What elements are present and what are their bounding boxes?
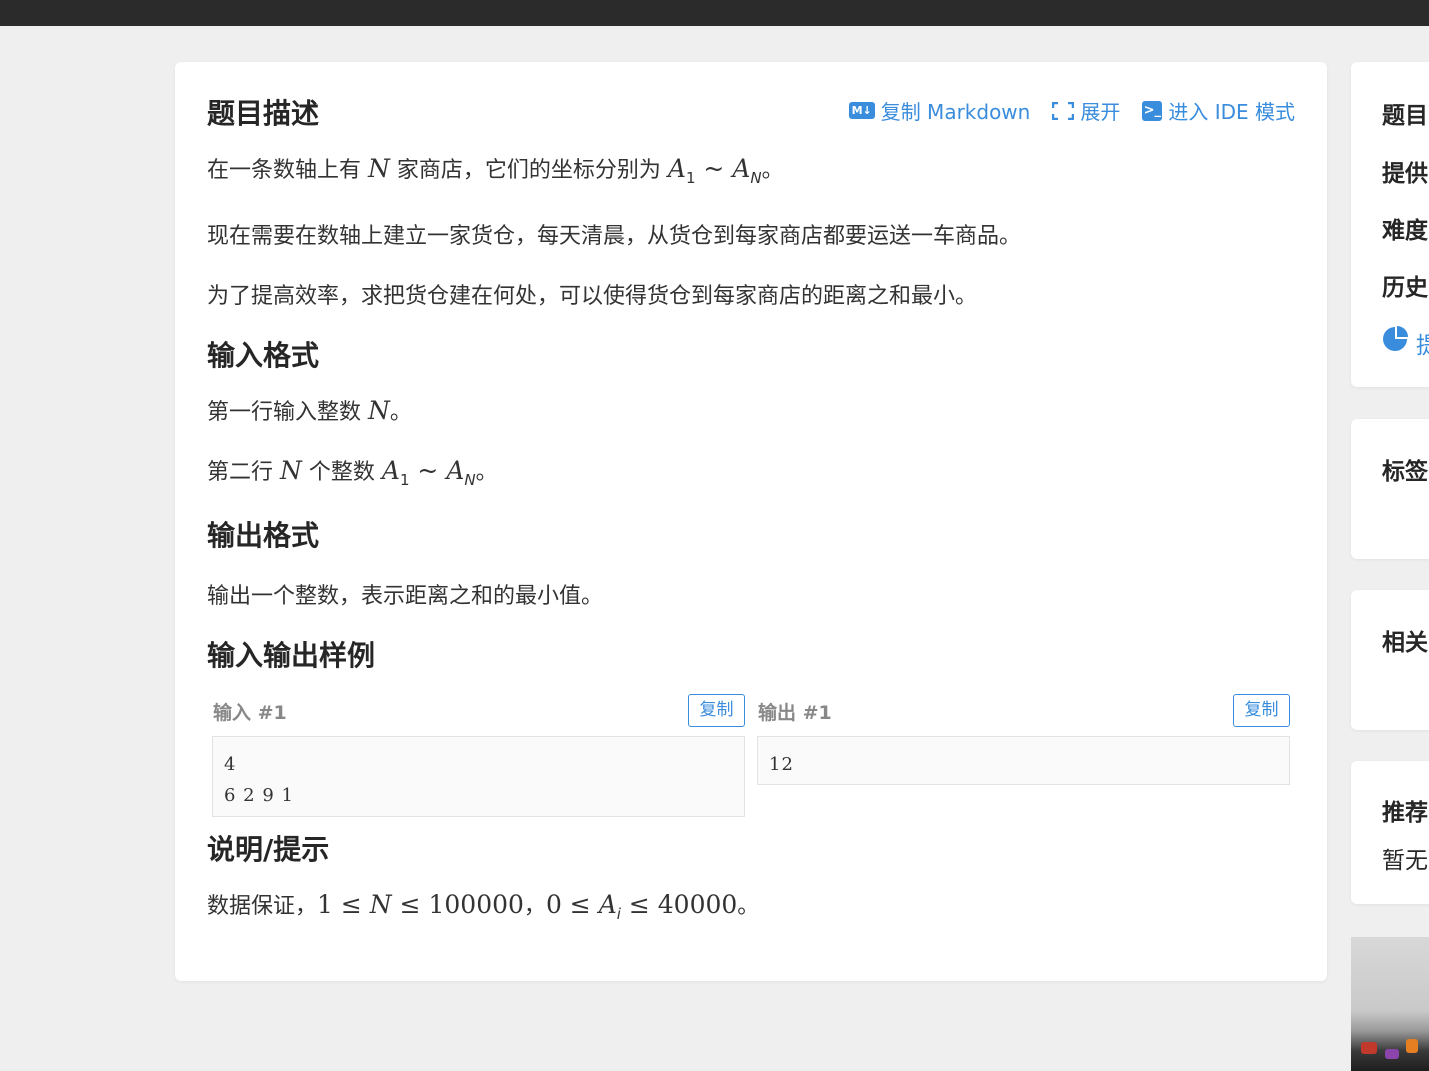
expand-label: 展开 bbox=[1080, 100, 1121, 124]
info-item-provider: 提供 bbox=[1382, 161, 1428, 187]
sample-input-label: 输入 #1 bbox=[213, 702, 287, 724]
expand-icon bbox=[1052, 101, 1075, 120]
copy-input-button[interactable]: 复制 bbox=[688, 694, 745, 727]
info-item-history: 历史 bbox=[1382, 275, 1428, 301]
input-format-line-1: 第一行输入整数 N。 bbox=[207, 396, 412, 425]
section-title-samples: 输入输出样例 bbox=[207, 639, 376, 672]
tags-title: 标签 bbox=[1382, 459, 1428, 485]
copy-output-button[interactable]: 复制 bbox=[1233, 694, 1290, 727]
markdown-icon: M↓ bbox=[848, 102, 875, 119]
section-title-output: 输出格式 bbox=[207, 519, 320, 552]
pie-chart-icon bbox=[1383, 326, 1408, 351]
related-card: 相关 bbox=[1351, 590, 1429, 730]
problem-actions: M↓ 复制 Markdown 展开 >_ 进入 IDE 模式 bbox=[848, 96, 1295, 125]
problem-info-card: 题目 提供 难度 历史 提 bbox=[1351, 62, 1429, 387]
recommend-empty-text: 暂无 bbox=[1382, 848, 1428, 874]
section-title-hint: 说明/提示 bbox=[207, 833, 330, 866]
description-paragraph-3: 为了提高效率，求把货仓建在何处，可以使得货仓到每家商店的距离之和最小。 bbox=[207, 284, 978, 309]
sample-output-label: 输出 #1 bbox=[758, 702, 832, 724]
submission-stats-link[interactable]: 提 bbox=[1416, 326, 1429, 360]
terminal-icon: >_ bbox=[1142, 100, 1163, 121]
input-format-line-2: 第二行 N 个整数 A1 ~ AN。 bbox=[207, 456, 498, 489]
related-title: 相关 bbox=[1382, 630, 1428, 656]
enter-ide-label: 进入 IDE 模式 bbox=[1168, 100, 1295, 124]
sample-input-box[interactable]: 4 6 2 9 1 bbox=[212, 736, 745, 817]
info-item-difficulty: 难度 bbox=[1382, 218, 1428, 244]
tags-card: 标签 bbox=[1351, 419, 1429, 559]
advertisement-image[interactable] bbox=[1351, 937, 1429, 1071]
sample-output-box[interactable]: 12 bbox=[757, 736, 1290, 785]
enter-ide-button[interactable]: >_ 进入 IDE 模式 bbox=[1142, 96, 1295, 125]
info-item-problem: 题目 bbox=[1382, 103, 1428, 129]
copy-markdown-button[interactable]: M↓ 复制 Markdown bbox=[848, 96, 1031, 125]
hint-paragraph: 数据保证，1 ≤ N ≤ 100000，0 ≤ Ai ≤ 40000。 bbox=[207, 890, 760, 923]
recommend-title: 推荐 bbox=[1382, 800, 1428, 826]
section-title-input: 输入格式 bbox=[207, 339, 320, 372]
copy-markdown-label: 复制 Markdown bbox=[880, 100, 1031, 124]
output-format-line: 输出一个整数，表示距离之和的最小值。 bbox=[207, 584, 604, 609]
top-navbar bbox=[0, 0, 1429, 26]
problem-card: 题目描述 M↓ 复制 Markdown 展开 >_ 进入 IDE 模式 在一条数… bbox=[175, 62, 1327, 981]
recommend-card: 推荐 暂无 bbox=[1351, 761, 1429, 904]
description-paragraph-1: 在一条数轴上有 N 家商店，它们的坐标分别为 A1 ~ AN。 bbox=[207, 154, 784, 187]
expand-button[interactable]: 展开 bbox=[1052, 96, 1120, 125]
section-title-description: 题目描述 bbox=[207, 97, 320, 130]
description-paragraph-2: 现在需要在数轴上建立一家货仓，每天清晨，从货仓到每家商店都要运送一车商品。 bbox=[207, 224, 1022, 249]
